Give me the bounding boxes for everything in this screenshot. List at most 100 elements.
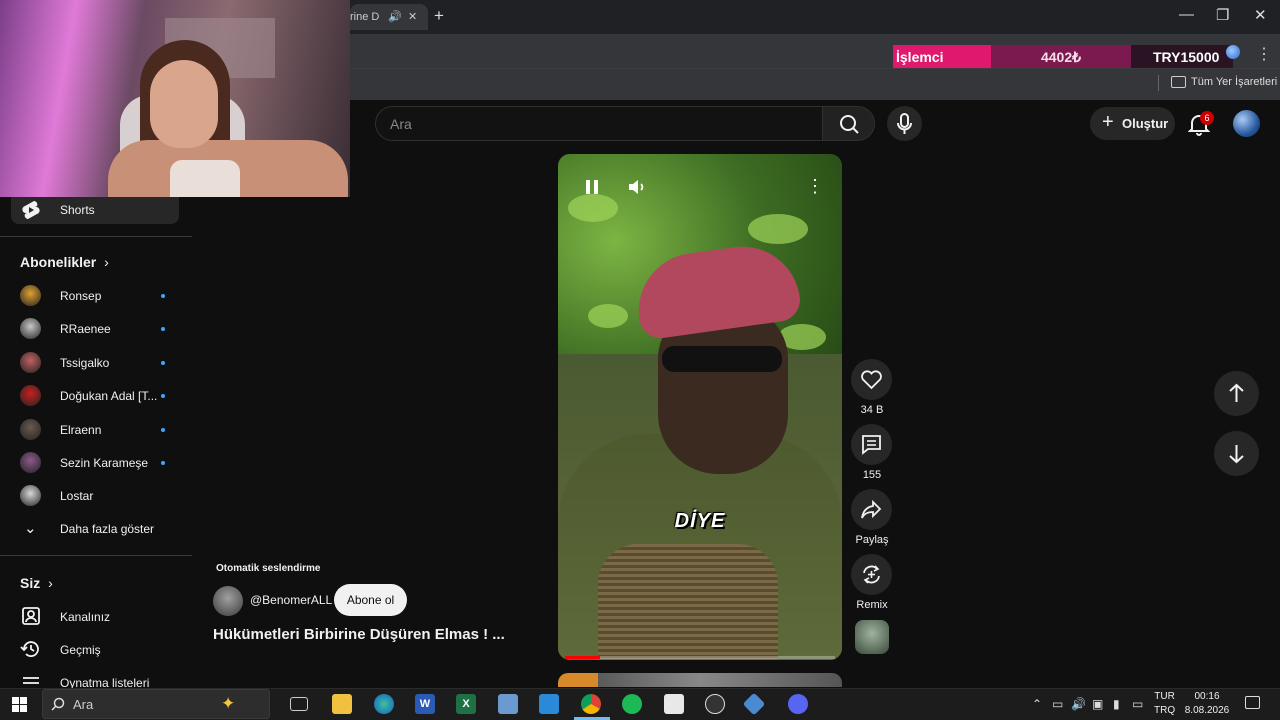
next-video-preview[interactable] [558,673,842,687]
battery-icon[interactable]: ▭ [1052,697,1063,711]
chevron-up-icon[interactable]: ⌃ [1032,697,1042,711]
bookmarks-divider [1158,75,1159,91]
new-content-dot [161,327,165,331]
chevron-down-icon: ⌄ [24,520,37,537]
tab-title: rine Dü [350,11,380,23]
all-bookmarks-link[interactable]: Tüm Yer İşaretleri [1191,76,1277,88]
remix-button[interactable] [851,554,892,595]
sidebar-item-label: Geçmiş [60,643,101,657]
channel-avatar [20,485,41,506]
folder-icon[interactable] [1171,76,1186,88]
maximize-button[interactable]: ❐ [1216,6,1229,24]
shorts-icon [22,201,40,219]
word-icon[interactable]: W [415,694,435,714]
browser-tab[interactable]: rine Dü 🔊 ✕ [350,4,428,30]
heart-icon [861,370,882,390]
channel-avatar [20,452,41,473]
sparkle-icon: ✦ [221,694,236,713]
spotify-icon[interactable] [622,694,642,714]
clock[interactable]: 00:16 8.08.2026 [1180,690,1234,718]
previous-video-button[interactable] [1214,371,1259,416]
create-label: Oluştur [1122,116,1169,131]
new-content-dot [161,461,165,465]
obs-icon[interactable] [705,694,725,714]
notification-center-icon[interactable] [1245,696,1260,709]
sidebar-item-label: Kanalınız [60,610,111,624]
sidebar-item-label: Shorts [60,203,95,217]
new-content-dot [161,394,165,398]
excel-icon[interactable]: X [456,694,476,714]
store-icon[interactable] [539,694,559,714]
shorts-video-player[interactable] [558,154,842,660]
minimize-button[interactable]: — [1179,6,1194,23]
notification-count-badge: 6 [1200,111,1214,125]
edge-icon[interactable] [374,694,394,714]
history-icon [20,641,39,657]
share-button[interactable] [851,489,892,530]
task-view-icon[interactable] [290,697,308,711]
channel-thumbnail[interactable] [855,620,889,654]
network-icon[interactable]: ▭ [1132,697,1143,711]
subscription-label: Ronsep [60,289,102,303]
webcam-overlay [0,0,350,197]
channel-avatar [20,352,41,373]
close-window-button[interactable]: ✕ [1254,6,1267,24]
subscription-label: Elraenn [60,423,102,437]
search-icon [51,697,65,711]
subscriptions-heading[interactable]: Abonelikler › [20,254,109,270]
new-tab-button[interactable]: + [434,6,444,26]
tab-close-icon[interactable]: ✕ [408,10,417,23]
discord-icon[interactable] [788,694,808,714]
arrow-down-icon [1229,445,1244,464]
windows-start-icon[interactable] [12,697,27,712]
subscription-label: Doğukan Adal [T... [60,389,158,403]
calculator-icon[interactable] [498,694,518,714]
file-explorer-icon[interactable] [332,694,352,714]
video-progress-fill [565,656,600,659]
ad-banner[interactable]: İşlemci 4402₺ TRY15000 [893,45,1233,69]
new-content-dot [161,428,165,432]
search-input[interactable]: Ara [375,106,823,141]
video-progress-bar[interactable] [565,656,835,659]
pause-icon[interactable] [584,179,600,195]
create-button[interactable]: + Oluştur [1090,107,1175,140]
browser-menu-icon[interactable]: ⋮ [1256,44,1272,64]
notepad-icon[interactable] [664,694,684,714]
next-video-button[interactable] [1214,431,1259,476]
comments-button[interactable] [851,424,892,465]
app-tray-icon[interactable]: ▣ [1092,697,1103,711]
account-avatar[interactable] [1233,110,1260,137]
voice-search-button[interactable] [887,106,922,141]
volume-icon[interactable]: 🔊 [1071,697,1086,711]
plus-icon: + [1102,111,1114,133]
you-heading[interactable]: Siz › [20,575,53,591]
chrome-icon[interactable] [581,694,601,714]
channel-avatar [20,385,41,406]
microphone-icon[interactable]: ▮ [1113,697,1120,711]
subscribe-button[interactable]: Abone ol [334,584,407,616]
show-more-link[interactable]: Daha fazla göster [60,522,154,536]
subscription-label: Sezin Karameşe [60,456,149,470]
channel-handle[interactable]: @BenomerALL [250,593,332,607]
auto-dub-label: Otomatik seslendirme [216,563,321,574]
taskbar-search-label: Ara [73,697,94,712]
audio-icon[interactable]: 🔊 [388,10,402,23]
search-button[interactable] [822,106,875,141]
channel-avatar[interactable] [213,586,243,616]
subscription-label: Tssigalko [60,356,110,370]
volume-icon[interactable] [628,179,646,195]
subscription-label: RRaenee [60,322,111,336]
remix-label: Remix [856,599,888,611]
share-label: Paylaş [855,534,889,546]
channel-avatar [20,285,41,306]
sidebar-item-shorts[interactable]: Shorts [11,197,179,224]
language-indicator[interactable]: TUR TRQ [1154,690,1175,718]
sidebar-divider [0,236,192,237]
like-button[interactable] [851,359,892,400]
channel-avatar [20,419,41,440]
video-title[interactable]: Hükümetleri Birbirine Düşüren Elmas ! ..… [213,626,533,643]
video-menu-icon[interactable]: ⋮ [806,176,824,197]
video-caption: DİYE [674,510,726,532]
like-count: 34 B [860,404,884,416]
subscription-label: Lostar [60,489,94,503]
